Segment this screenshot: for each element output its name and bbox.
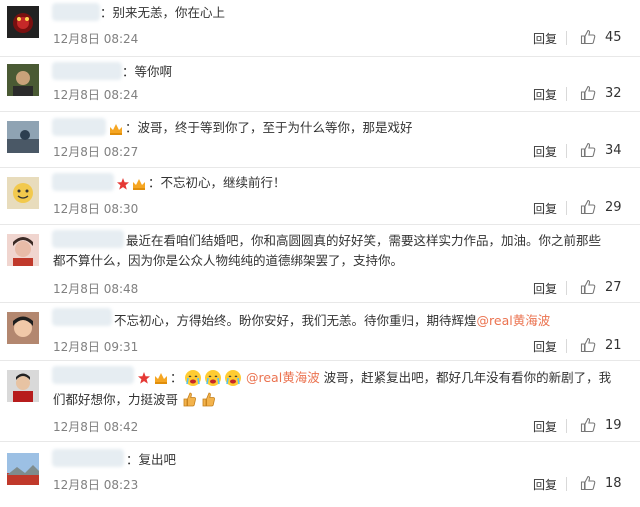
reply-button[interactable]: 回复 — [533, 418, 557, 435]
avatar[interactable] — [7, 64, 39, 96]
thumbs-up-icon — [580, 417, 596, 433]
reply-button[interactable]: 回复 — [533, 338, 557, 355]
comment-time: 12月8日 08:24 — [53, 32, 139, 46]
divider — [566, 201, 567, 215]
username-redacted — [52, 118, 106, 136]
avatar[interactable] — [7, 121, 39, 153]
comment-text: ：复出吧 — [126, 452, 177, 467]
username-redacted — [52, 308, 112, 326]
like-button[interactable]: 45 — [580, 29, 622, 45]
reply-button[interactable]: 回复 — [533, 280, 557, 297]
comment-time: 12月8日 08:23 — [53, 478, 139, 492]
divider — [566, 419, 567, 433]
reply-button[interactable]: 回复 — [533, 476, 557, 493]
comment-item: 不忘初心，方得始终。盼你安好，我们无恙。待你重归，期待辉煌@real黄海波 12… — [0, 302, 640, 361]
comment-text: ：等你啊 — [122, 64, 173, 79]
divider — [566, 31, 567, 45]
username-redacted — [52, 230, 124, 248]
mention-link[interactable]: @real黄海波 — [246, 370, 320, 385]
thumbs-up-icon — [580, 475, 596, 491]
comment-time: 12月8日 08:48 — [53, 282, 139, 296]
comment-text-line1: 最近在看咱们结婚吧，你和高圆圆真的好好笑，需要这样实力作品，加油。你之前那些 — [126, 233, 602, 248]
comment-time: 12月8日 08:42 — [53, 420, 139, 434]
comment-text-line2-wrap: 们都好想你，力挺波哥 — [53, 390, 216, 413]
avatar[interactable] — [7, 6, 39, 38]
red-star-badge-icon — [116, 176, 130, 195]
like-count: 29 — [605, 199, 622, 215]
comment-item: ： @real黄海波 波哥，赶紧复出吧，都好几年没有看你的新剧了，我 们都好想你… — [0, 360, 640, 442]
avatar[interactable] — [7, 453, 39, 485]
comment-item: ：等你啊 12月8日 08:24 回复 32 — [0, 56, 640, 112]
vip-badge-icon — [131, 176, 147, 195]
thumbs-up-icon — [580, 29, 596, 45]
colon-separator: ： — [170, 370, 183, 385]
comment-time: 12月8日 09:31 — [53, 340, 139, 354]
reply-button[interactable]: 回复 — [533, 143, 557, 160]
like-button[interactable]: 19 — [580, 417, 622, 433]
comment-item: ：复出吧 12月8日 08:23 回复 18 — [0, 441, 640, 507]
thumbs-up-icon — [580, 279, 596, 295]
like-button[interactable]: 27 — [580, 279, 622, 295]
comment-text-line2: 都不算什么，因为你是公众人物纯纯的道德绑架罢了，支持你。 — [53, 253, 404, 268]
divider — [566, 144, 567, 158]
like-button[interactable]: 18 — [580, 475, 622, 491]
comment-text: ：波哥，终于等到你了，至于为什么等你，那是戏好 — [125, 120, 413, 135]
like-count: 18 — [605, 475, 622, 491]
comment-item: ：别来无恙，你在心上 12月8日 08:24 回复 45 — [0, 0, 640, 57]
comment-text-line2: 们都好想你，力挺波哥 — [53, 392, 179, 407]
thumbs-up-icon — [580, 142, 596, 158]
like-button[interactable]: 29 — [580, 199, 622, 215]
thumbs-up-emoji-icon — [201, 391, 216, 413]
like-count: 19 — [605, 417, 622, 433]
like-button[interactable]: 21 — [580, 337, 622, 353]
like-count: 32 — [605, 85, 622, 101]
mention-link[interactable]: @real黄海波 — [477, 313, 551, 328]
vip-badge-icon — [153, 370, 169, 389]
comment-time: 12月8日 08:30 — [53, 202, 139, 216]
comment-text: @real黄海波 波哥，赶紧复出吧，都好几年没有看你的新剧了，我 — [246, 368, 611, 388]
comment-item: ：不忘初心，继续前行！ 12月8日 08:30 回复 29 — [0, 167, 640, 225]
comment-text-body: 不忘初心，方得始终。盼你安好，我们无恙。待你重归，期待辉煌 — [114, 313, 477, 328]
reply-button[interactable]: 回复 — [533, 200, 557, 217]
divider — [566, 339, 567, 353]
like-count: 21 — [605, 337, 622, 353]
comment-time: 12月8日 08:24 — [53, 88, 139, 102]
comment-text: ：不忘初心，继续前行！ — [148, 175, 286, 190]
like-count: 34 — [605, 142, 622, 158]
comment-item: ：波哥，终于等到你了，至于为什么等你，那是戏好 12月8日 08:27 回复 3… — [0, 111, 640, 168]
like-button[interactable]: 32 — [580, 85, 622, 101]
like-button[interactable]: 34 — [580, 142, 622, 158]
username-redacted — [52, 62, 122, 80]
avatar[interactable] — [7, 177, 39, 209]
avatar[interactable] — [7, 370, 39, 402]
crying-emoji-icon — [224, 369, 242, 391]
username-redacted — [52, 366, 134, 384]
username-redacted — [52, 3, 100, 21]
crying-emoji-icon — [184, 369, 202, 391]
comment-item: 最近在看咱们结婚吧，你和高圆圆真的好好笑，需要这样实力作品，加油。你之前那些 都… — [0, 224, 640, 303]
comment-text: ：别来无恙，你在心上 — [100, 5, 226, 20]
like-count: 27 — [605, 279, 622, 295]
red-star-badge-icon — [137, 370, 151, 389]
comment-time: 12月8日 08:27 — [53, 145, 139, 159]
like-count: 45 — [605, 29, 622, 45]
thumbs-up-icon — [580, 85, 596, 101]
thumbs-up-icon — [580, 337, 596, 353]
username-redacted — [52, 173, 114, 191]
thumbs-up-icon — [580, 199, 596, 215]
avatar[interactable] — [7, 234, 39, 266]
vip-badge-icon — [108, 121, 124, 140]
divider — [566, 87, 567, 101]
comment-text: 不忘初心，方得始终。盼你安好，我们无恙。待你重归，期待辉煌@real黄海波 — [114, 311, 550, 331]
divider — [566, 477, 567, 491]
avatar[interactable] — [7, 312, 39, 344]
thumbs-up-emoji-icon — [182, 391, 197, 413]
reply-button[interactable]: 回复 — [533, 86, 557, 103]
reply-button[interactable]: 回复 — [533, 30, 557, 47]
divider — [566, 281, 567, 295]
comment-text-line1: 波哥，赶紧复出吧，都好几年没有看你的新剧了，我 — [319, 370, 612, 385]
crying-emoji-icon — [204, 369, 222, 391]
username-redacted — [52, 449, 124, 467]
